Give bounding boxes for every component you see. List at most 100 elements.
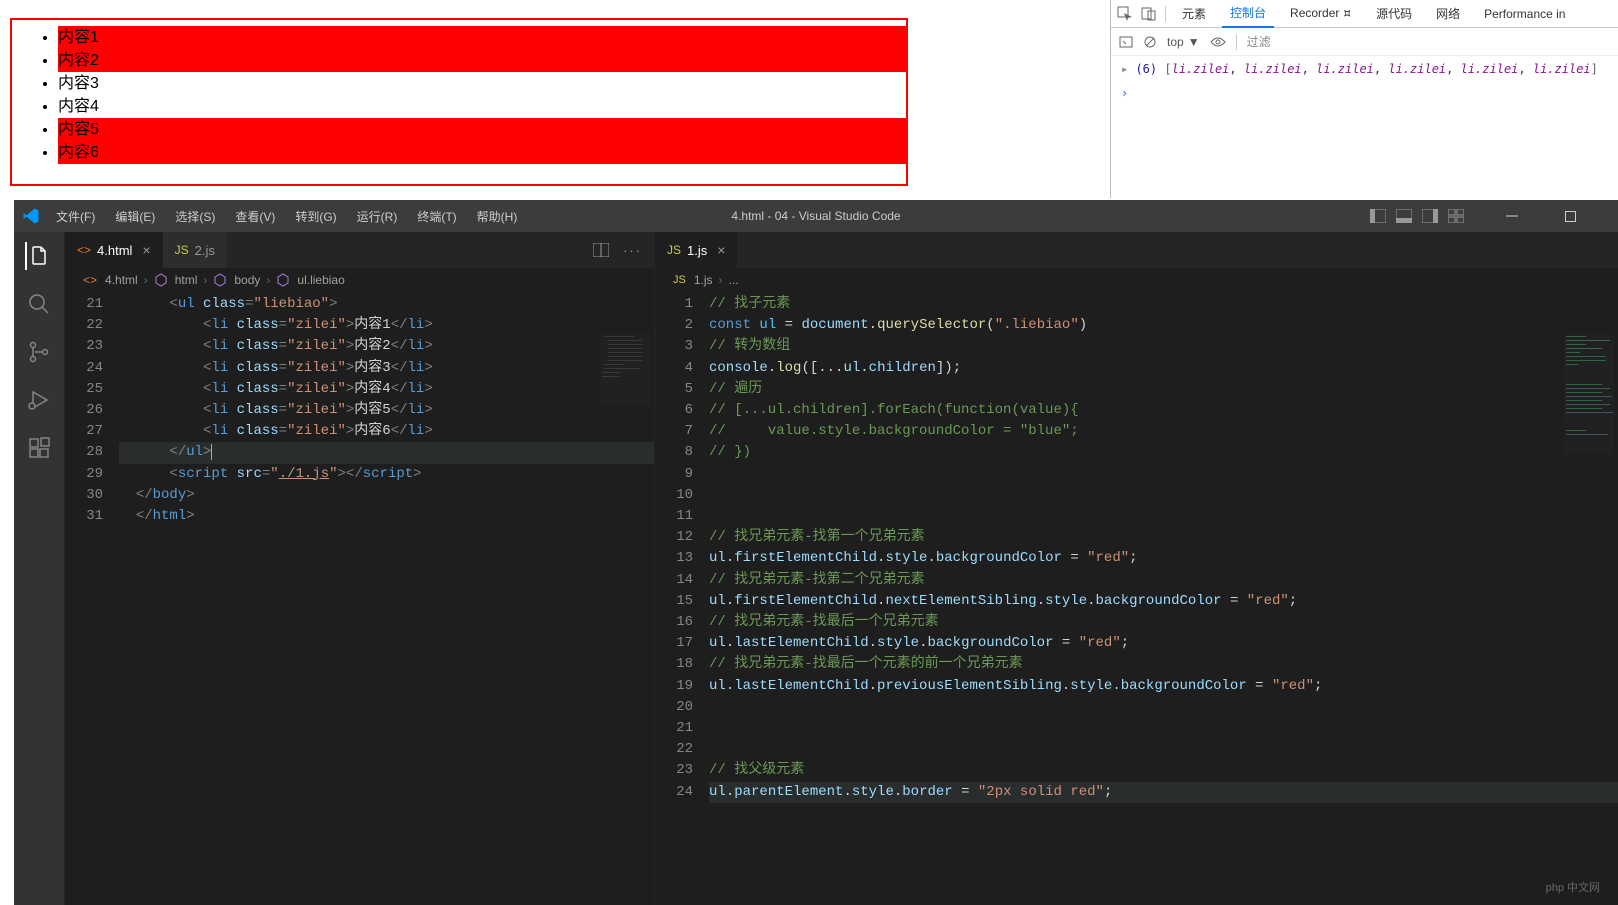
line-number: 4 [655, 358, 693, 379]
menu-terminal[interactable]: 终端(T) [409, 204, 464, 229]
line-number: 12 [655, 527, 693, 548]
breadcrumb-item[interactable]: ... [729, 273, 739, 287]
code-line[interactable]: </html> [119, 506, 654, 527]
menu-run[interactable]: 运行(R) [349, 204, 406, 229]
vscode-window: 文件(F) 编辑(E) 选择(S) 查看(V) 转到(G) 运行(R) 终端(T… [14, 200, 1618, 905]
filter-input[interactable]: 过滤 [1247, 33, 1271, 50]
code-line[interactable] [709, 464, 1618, 485]
console-output[interactable]: ▸ (6) [li.zilei, li.zilei, li.zilei, li.… [1111, 56, 1618, 106]
minimize-button[interactable] [1504, 208, 1520, 224]
breadcrumb-item[interactable]: html [154, 273, 198, 287]
editor-tab[interactable]: JS1.js× [655, 232, 737, 268]
breadcrumb-item[interactable]: ul.liebiao [276, 273, 344, 287]
console-array-output[interactable]: ▸ (6) [li.zilei, li.zilei, li.zilei, li.… [1121, 62, 1608, 76]
code-line[interactable]: // 转为数组 [709, 336, 1618, 357]
code-line[interactable]: // [...ul.children].forEach(function(val… [709, 400, 1618, 421]
menu-edit[interactable]: 编辑(E) [107, 204, 163, 229]
eye-icon[interactable] [1210, 36, 1226, 48]
source-control-icon[interactable] [25, 338, 53, 366]
code-line[interactable]: // 遍历 [709, 379, 1618, 400]
vscode-titlebar[interactable]: 文件(F) 编辑(E) 选择(S) 查看(V) 转到(G) 运行(R) 终端(T… [14, 200, 1618, 232]
code-line[interactable]: <li class="zilei">内容4</li> [119, 379, 654, 400]
code-line[interactable]: <li class="zilei">内容3</li> [119, 358, 654, 379]
tab-sources[interactable]: 源代码 [1368, 0, 1420, 27]
separator [1236, 34, 1237, 50]
menu-file[interactable]: 文件(F) [48, 204, 103, 229]
editor-right[interactable]: 123456789101112131415161718192021222324 … [655, 292, 1618, 905]
minimap[interactable] [1564, 334, 1614, 454]
code-line[interactable]: </body> [119, 485, 654, 506]
list-item: 内容1 [58, 26, 906, 49]
tab-performance[interactable]: Performance in [1476, 2, 1573, 26]
editor-tab[interactable]: JS2.js [163, 232, 227, 268]
code-line[interactable]: ul.parentElement.style.border = "2px sol… [709, 782, 1618, 803]
breadcrumb-item[interactable]: <>4.html [83, 273, 138, 287]
vscode-menubar: 文件(F) 编辑(E) 选择(S) 查看(V) 转到(G) 运行(R) 终端(T… [48, 204, 525, 229]
toggle-panel-bottom-icon[interactable] [1396, 208, 1412, 224]
code-line[interactable]: // 找父级元素 [709, 760, 1618, 781]
customize-layout-icon[interactable] [1448, 208, 1464, 224]
code-line[interactable] [709, 718, 1618, 739]
explorer-icon[interactable] [25, 242, 53, 270]
menu-view[interactable]: 查看(V) [227, 204, 283, 229]
code-line[interactable]: const ul = document.querySelector(".lieb… [709, 315, 1618, 336]
code-line[interactable]: <li class="zilei">内容2</li> [119, 336, 654, 357]
code-line[interactable]: ul.firstElementChild.style.backgroundCol… [709, 548, 1618, 569]
code-line[interactable]: ul.lastElementChild.style.backgroundColo… [709, 633, 1618, 654]
line-number: 1 [655, 294, 693, 315]
code-line[interactable]: </ul> [119, 442, 654, 463]
code-line[interactable]: ul.firstElementChild.nextElementSibling.… [709, 591, 1618, 612]
editor-tab[interactable]: <>4.html× [65, 232, 163, 268]
menu-go[interactable]: 转到(G) [287, 204, 344, 229]
device-toggle-icon[interactable] [1141, 6, 1157, 22]
line-number: 2 [655, 315, 693, 336]
code-line[interactable]: <ul class="liebiao"> [119, 294, 654, 315]
breadcrumb-left[interactable]: <>4.html›html›body›ul.liebiao [65, 268, 654, 292]
code-line[interactable]: <script src="./1.js"></script> [119, 464, 654, 485]
line-number: 9 [655, 464, 693, 485]
breadcrumb-item[interactable]: JS1.js [673, 273, 713, 287]
tab-console[interactable]: 控制台 [1222, 0, 1274, 28]
run-debug-icon[interactable] [25, 386, 53, 414]
code-line[interactable] [709, 739, 1618, 760]
code-line[interactable]: // 找兄弟元素-找第二个兄弟元素 [709, 570, 1618, 591]
console-prompt[interactable]: › [1121, 86, 1608, 100]
close-icon[interactable]: × [142, 242, 150, 258]
code-line[interactable]: <li class="zilei">内容1</li> [119, 315, 654, 336]
code-line[interactable]: // 找兄弟元素-找第一个兄弟元素 [709, 527, 1618, 548]
menu-select[interactable]: 选择(S) [167, 204, 223, 229]
search-icon[interactable] [25, 290, 53, 318]
context-selector[interactable]: top ▼ [1167, 35, 1200, 49]
inspect-icon[interactable] [1117, 6, 1133, 22]
breadcrumb-item[interactable]: body [213, 273, 260, 287]
code-line[interactable]: ul.lastElementChild.previousElementSibli… [709, 676, 1618, 697]
maximize-button[interactable] [1562, 208, 1578, 224]
breadcrumb-right[interactable]: JS1.js›... [655, 268, 1618, 292]
code-line[interactable]: console.log([...ul.children]); [709, 358, 1618, 379]
clear-console-icon[interactable] [1143, 35, 1157, 49]
split-editor-icon[interactable] [593, 243, 609, 258]
code-line[interactable]: <li class="zilei">内容6</li> [119, 421, 654, 442]
code-line[interactable] [709, 697, 1618, 718]
extensions-icon[interactable] [25, 434, 53, 462]
menu-help[interactable]: 帮助(H) [469, 204, 526, 229]
editor-left[interactable]: 2122232425262728293031 <ul class="liebia… [65, 292, 654, 905]
minimap[interactable] [600, 334, 650, 404]
activity-bar [14, 232, 64, 905]
tab-elements[interactable]: 元素 [1174, 0, 1214, 27]
code-line[interactable]: // 找子元素 [709, 294, 1618, 315]
code-line[interactable]: // 找兄弟元素-找最后一个兄弟元素 [709, 612, 1618, 633]
more-actions-icon[interactable]: ··· [623, 243, 642, 258]
tab-network[interactable]: 网络 [1428, 0, 1468, 27]
toggle-panel-right-icon[interactable] [1422, 208, 1438, 224]
code-line[interactable]: // }) [709, 442, 1618, 463]
code-line[interactable]: // value.style.backgroundColor = "blue"; [709, 421, 1618, 442]
code-line[interactable]: // 找兄弟元素-找最后一个元素的前一个兄弟元素 [709, 654, 1618, 675]
tab-recorder[interactable]: Recorder ⯏ [1282, 1, 1360, 26]
code-line[interactable] [709, 506, 1618, 527]
toggle-panel-left-icon[interactable] [1370, 208, 1386, 224]
code-line[interactable]: <li class="zilei">内容5</li> [119, 400, 654, 421]
code-line[interactable] [709, 485, 1618, 506]
console-sidebar-toggle-icon[interactable] [1119, 35, 1133, 49]
close-icon[interactable]: × [717, 242, 725, 258]
